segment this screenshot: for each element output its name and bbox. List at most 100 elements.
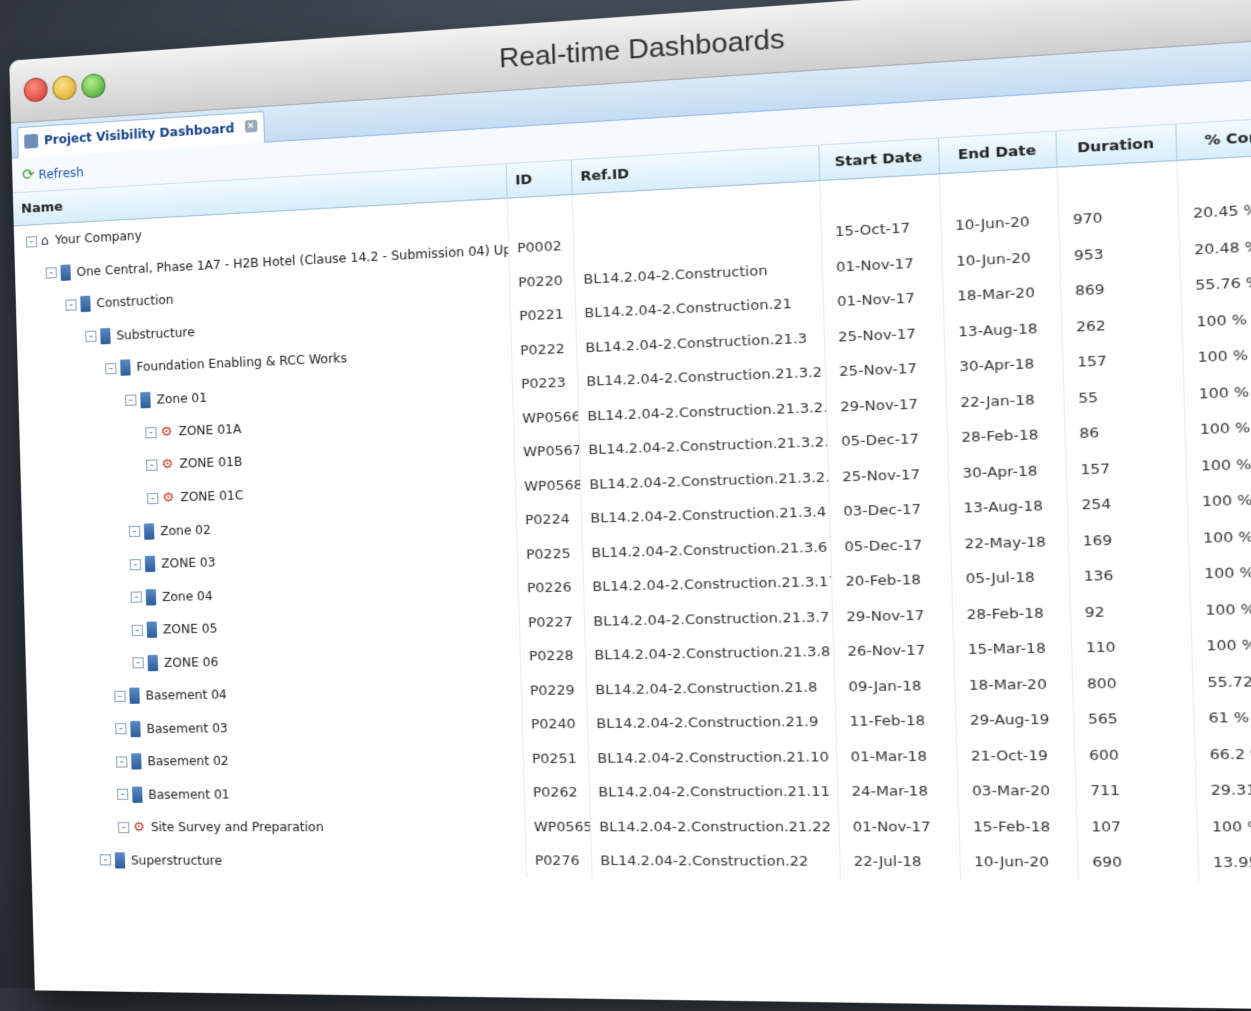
start-date-cell: 01-Mar-18	[835, 738, 957, 775]
end-date-cell: 15-Mar-18	[952, 630, 1072, 669]
name-cell: – Basement 04	[26, 674, 522, 714]
column-header-id[interactable]: ID	[505, 160, 572, 199]
end-date-cell: 30-Apr-18	[944, 345, 1063, 386]
expand-toggle-icon[interactable]: –	[114, 690, 126, 702]
end-date-cell: 18-Mar-20	[942, 274, 1061, 316]
ref-id-cell: BL14.2.04-2.Construction.21.22	[589, 809, 839, 845]
id-cell: P0276	[525, 844, 592, 879]
id-cell: P0002	[507, 229, 574, 267]
expand-toggle-icon[interactable]: –	[115, 723, 127, 735]
refresh-button[interactable]: ⟳ Refresh	[22, 162, 84, 184]
expand-toggle-icon[interactable]: –	[132, 657, 144, 669]
expand-toggle-icon[interactable]: –	[45, 267, 57, 279]
percent-completed-cell: 100 %	[1186, 479, 1251, 521]
percent-completed-cell: 100 %	[1188, 552, 1251, 593]
node-label: Construction	[96, 292, 174, 311]
ref-id-cell: BL14.2.04-2.Construction.21.10	[587, 739, 837, 776]
duration-cell: 262	[1060, 304, 1182, 346]
tab-close-icon[interactable]: ×	[244, 119, 258, 133]
project-icon	[114, 852, 126, 869]
end-date-cell: 28-Feb-18	[951, 595, 1071, 633]
project-icon	[129, 687, 140, 705]
id-cell: P0240	[521, 707, 588, 743]
expand-toggle-icon[interactable]: –	[65, 298, 77, 311]
percent-completed-cell: 100 %	[1184, 406, 1251, 449]
expand-toggle-icon[interactable]: –	[129, 558, 142, 571]
end-date-cell: 10-Jun-20	[941, 238, 1060, 281]
name-cell: – ⚙ Site Survey and Preparation	[29, 810, 526, 845]
start-date-cell: 01-Nov-17	[821, 244, 943, 286]
duration-cell: 55	[1062, 376, 1185, 418]
expand-toggle-icon[interactable]: –	[128, 525, 141, 538]
expand-toggle-icon[interactable]: –	[85, 330, 97, 343]
percent-completed-cell: 100 %	[1189, 589, 1251, 629]
name-cell: – Basement 01	[28, 776, 525, 812]
id-cell: P0225	[516, 536, 583, 573]
percent-completed-cell: 100 %	[1181, 333, 1251, 377]
table-row[interactable]: – Superstructure P0276 BL14.2.04-2.Construc…	[30, 843, 1251, 883]
node-label: ZONE 06	[163, 654, 219, 670]
ref-id-cell: BL14.2.04-2.Construction.21.3.17	[582, 565, 832, 605]
expand-toggle-icon[interactable]: –	[147, 492, 159, 504]
tab-label: Project Visibility Dashboard	[43, 121, 235, 148]
node-label: Basement 01	[148, 786, 230, 802]
expand-toggle-icon[interactable]: –	[130, 591, 143, 604]
duration-cell: 953	[1058, 232, 1180, 275]
home-icon: ⌂	[40, 233, 50, 249]
refresh-label: Refresh	[38, 165, 84, 182]
node-label: Basement 04	[145, 687, 227, 703]
node-label: Basement 03	[146, 720, 228, 736]
expand-toggle-icon[interactable]: –	[105, 362, 117, 375]
node-label: ZONE 05	[162, 621, 218, 637]
node-label: Basement 02	[147, 753, 229, 769]
percent-completed-cell: 100 %	[1196, 808, 1251, 846]
end-date-cell: 22-May-18	[949, 523, 1069, 563]
table-row[interactable]: – Basement 01 P0262 BL14.2.04-2.Constructio…	[28, 772, 1251, 812]
node-label: ZONE 01A	[178, 421, 242, 439]
end-date-cell: 22-Jan-18	[945, 381, 1064, 422]
id-cell	[506, 194, 573, 233]
start-date-cell: 09-Jan-18	[833, 668, 955, 705]
end-date-cell: 29-Aug-19	[954, 702, 1074, 739]
id-cell: P0224	[515, 502, 582, 539]
end-date-cell: 28-Feb-18	[946, 417, 1066, 457]
expand-toggle-icon[interactable]: –	[99, 854, 112, 866]
start-date-cell: 29-Nov-17	[825, 385, 947, 426]
name-cell: – Superstructure	[30, 843, 527, 879]
ref-id-cell: BL14.2.04-2.Construction.21.8	[585, 669, 835, 708]
start-date-cell: 25-Nov-17	[824, 350, 946, 391]
project-icon	[130, 720, 141, 737]
node-label: Zone 02	[160, 521, 211, 538]
expand-toggle-icon[interactable]: –	[116, 756, 128, 768]
expand-toggle-icon[interactable]: –	[146, 459, 158, 472]
ref-id-cell: BL14.2.04-2.Construction.21.9	[586, 704, 836, 742]
duration-cell: 86	[1063, 412, 1186, 453]
start-date-cell: 25-Nov-17	[827, 456, 949, 496]
duration-cell: 600	[1073, 737, 1196, 774]
expand-toggle-icon[interactable]: –	[145, 426, 157, 439]
expand-toggle-icon[interactable]: –	[131, 624, 143, 636]
end-date-cell	[938, 167, 1058, 210]
project-icon	[143, 523, 155, 540]
expand-toggle-icon[interactable]: –	[125, 394, 137, 407]
ref-id-cell: BL14.2.04-2.Construction.21.3.6	[581, 530, 831, 571]
start-date-cell: 25-Nov-17	[823, 315, 945, 356]
project-icon	[80, 295, 91, 313]
duration-cell: 157	[1065, 448, 1187, 489]
project-icon	[60, 264, 71, 281]
ref-id-cell: BL14.2.04-2.Construction.21.3.7	[583, 600, 833, 640]
start-date-cell: 05-Dec-17	[829, 527, 951, 566]
expand-toggle-icon[interactable]: –	[25, 235, 38, 248]
ref-id-cell: BL14.2.04-2.Construction.22	[590, 844, 840, 880]
expand-toggle-icon[interactable]: –	[117, 821, 130, 833]
expand-toggle-icon[interactable]: –	[117, 788, 129, 801]
node-label: ZONE 01B	[179, 454, 243, 472]
end-date-cell: 10-Jun-20	[959, 844, 1079, 881]
start-date-cell: 01-Nov-17	[822, 280, 944, 321]
duration-cell: 254	[1066, 484, 1188, 524]
id-cell: P0221	[509, 297, 576, 335]
refresh-icon: ⟳	[21, 165, 35, 184]
table-row[interactable]: – ⚙ Site Survey and Preparation WP0565 BL14.…	[29, 808, 1251, 846]
task-gear-icon: ⚙	[160, 424, 173, 440]
id-cell: WP0565	[524, 810, 591, 845]
